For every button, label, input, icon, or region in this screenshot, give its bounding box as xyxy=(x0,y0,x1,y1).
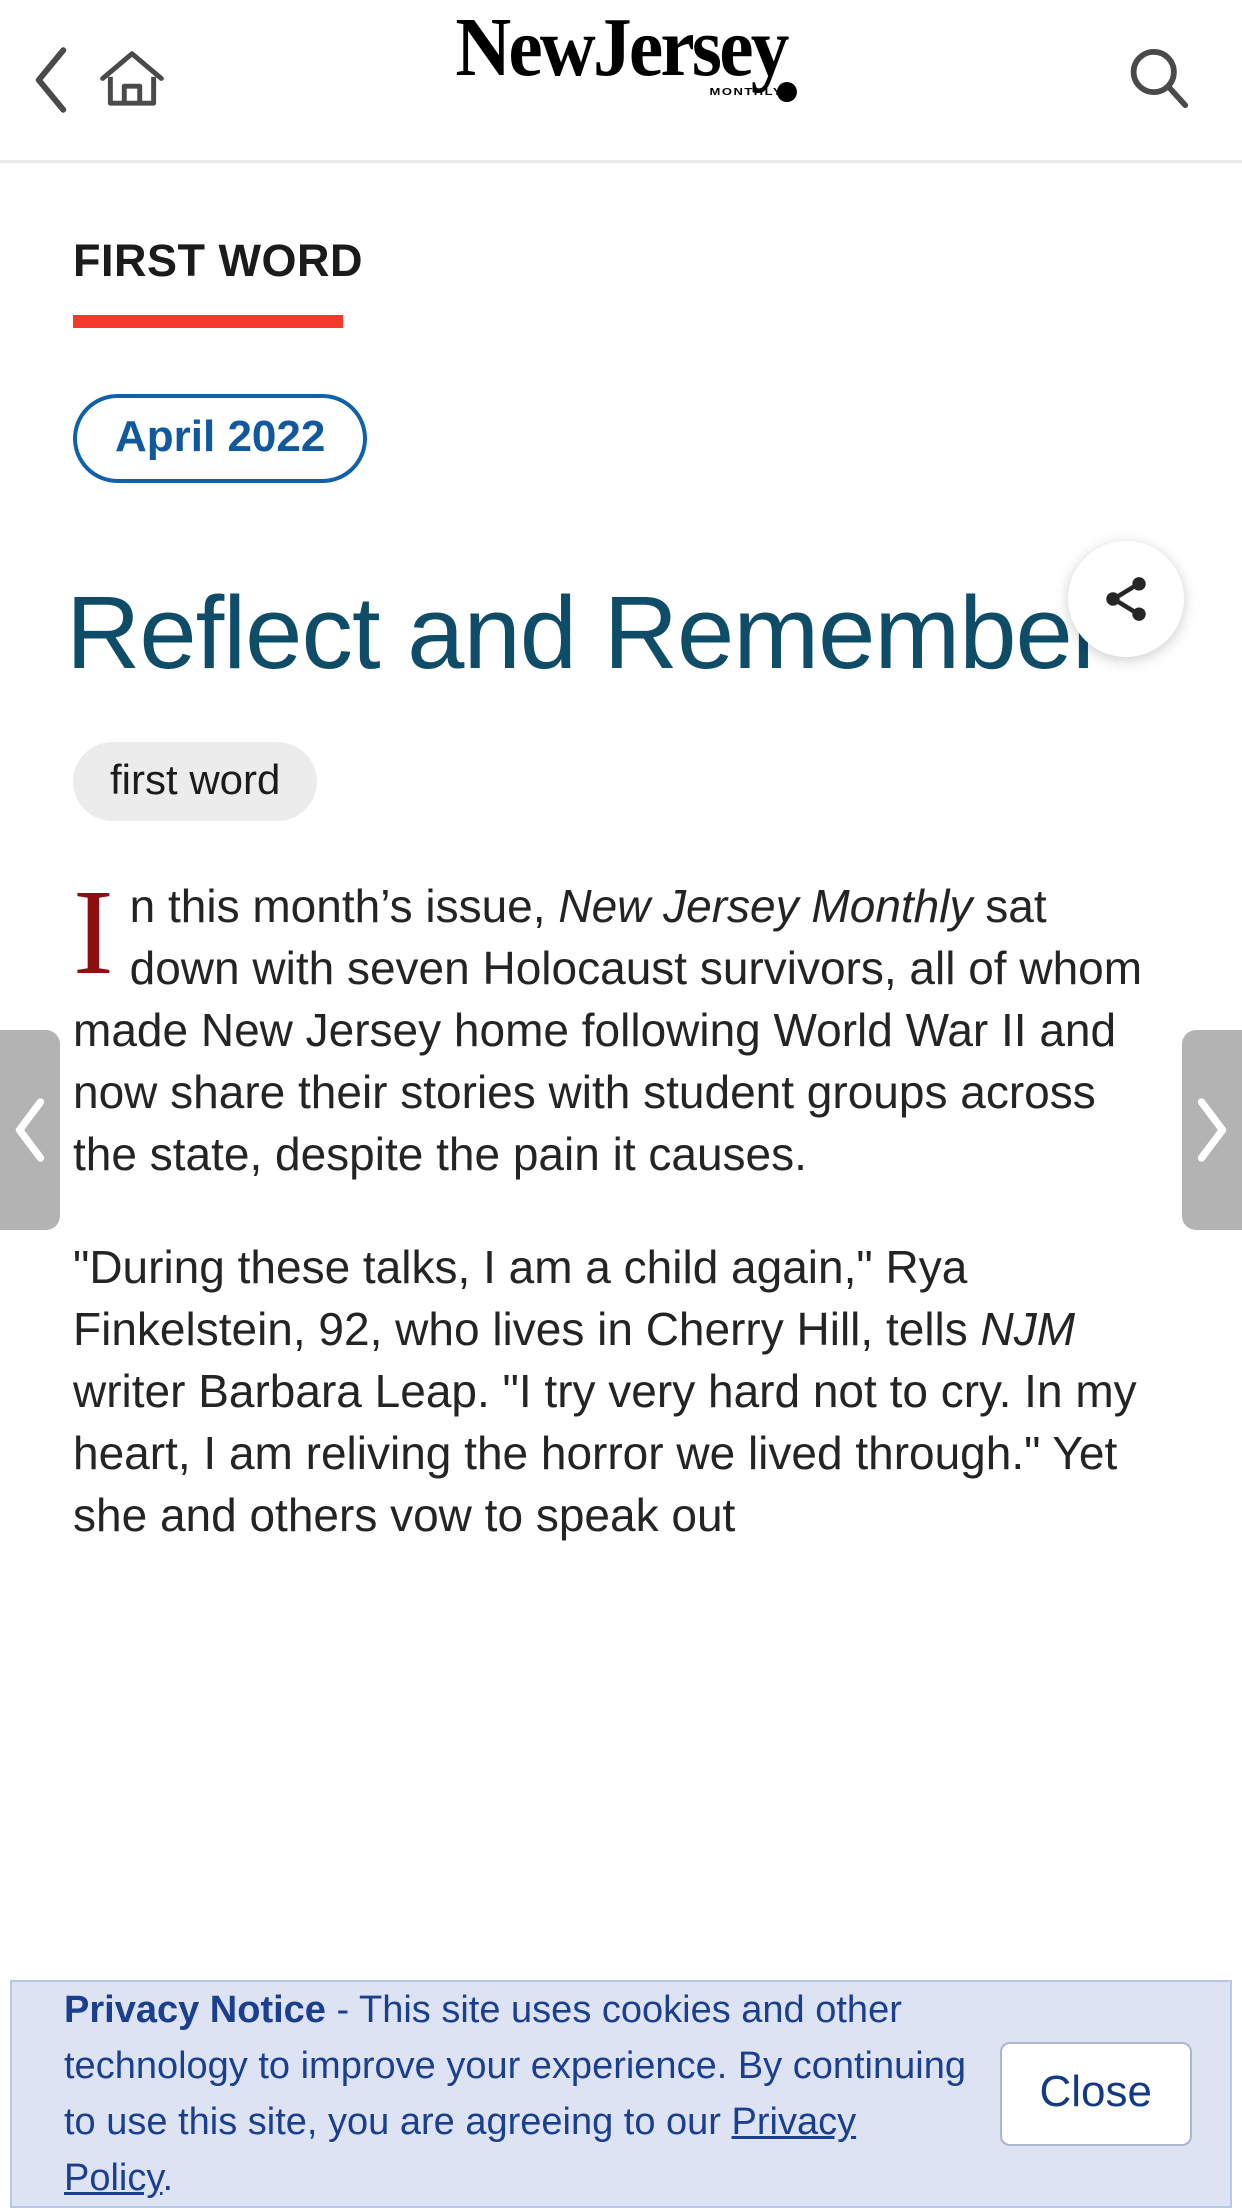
article-page: NewJersey MONTHLY FIRST WORD April 2022 xyxy=(0,0,1242,2208)
tag-row: first word xyxy=(73,742,1242,822)
home-icon xyxy=(100,51,164,106)
article-content: FIRST WORD April 2022 Reflect and Rememb… xyxy=(0,163,1242,1596)
chevron-left-icon xyxy=(35,47,67,113)
kicker-underline xyxy=(73,315,343,328)
privacy-notice-banner: Privacy Notice - This site uses cookies … xyxy=(10,1980,1232,2208)
privacy-body-b: . xyxy=(162,2157,174,2200)
privacy-separator: - xyxy=(325,1988,360,2031)
search-button[interactable] xyxy=(1124,44,1194,114)
section-kicker-wrap: FIRST WORD xyxy=(0,163,1242,328)
share-button[interactable] xyxy=(1068,541,1184,657)
carousel-next-button[interactable] xyxy=(1182,1030,1242,1230)
drop-cap: I xyxy=(73,865,114,1001)
page-title: Reflect and Remember xyxy=(66,575,1106,690)
header-left-controls xyxy=(30,45,166,115)
paragraph-1-italic: New Jersey Monthly xyxy=(558,880,973,933)
close-button[interactable]: Close xyxy=(999,2042,1192,2146)
article-paragraph-1: In this month’s issue, New Jersey Monthl… xyxy=(73,865,1169,1185)
privacy-notice-title: Privacy Notice xyxy=(64,1988,326,2031)
chevron-left-icon xyxy=(15,1098,45,1162)
back-button[interactable] xyxy=(30,45,72,115)
paragraph-2-italic: NJM xyxy=(980,1302,1076,1355)
paragraph-2-text-a: "During these talks, I am a child again,… xyxy=(73,1240,981,1355)
privacy-notice-text: Privacy Notice - This site uses cookies … xyxy=(64,1982,1000,2207)
section-kicker: FIRST WORD xyxy=(73,235,363,286)
home-button[interactable] xyxy=(98,46,166,114)
paragraph-2-text-b: writer Barbara Leap. "I try very hard no… xyxy=(73,1364,1137,1541)
paragraph-1-text-a: n this month’s issue, xyxy=(129,880,559,933)
brand-subtitle: MONTHLY xyxy=(709,85,784,98)
brand-logo[interactable]: NewJersey MONTHLY xyxy=(441,1,801,102)
article-paragraph-2: "During these talks, I am a child again,… xyxy=(73,1236,1169,1546)
chevron-right-icon xyxy=(1197,1098,1227,1162)
carousel-prev-button[interactable] xyxy=(0,1030,60,1230)
brand-dot xyxy=(777,82,798,102)
issue-date-button[interactable]: April 2022 xyxy=(73,394,368,483)
article-body: In this month’s issue, New Jersey Monthl… xyxy=(73,865,1169,1546)
brand-name: NewJersey xyxy=(455,1,789,94)
share-icon xyxy=(1106,577,1146,621)
tag-chip-first-word[interactable]: first word xyxy=(73,742,318,822)
search-icon xyxy=(1130,48,1189,109)
app-header: NewJersey MONTHLY xyxy=(0,0,1242,163)
